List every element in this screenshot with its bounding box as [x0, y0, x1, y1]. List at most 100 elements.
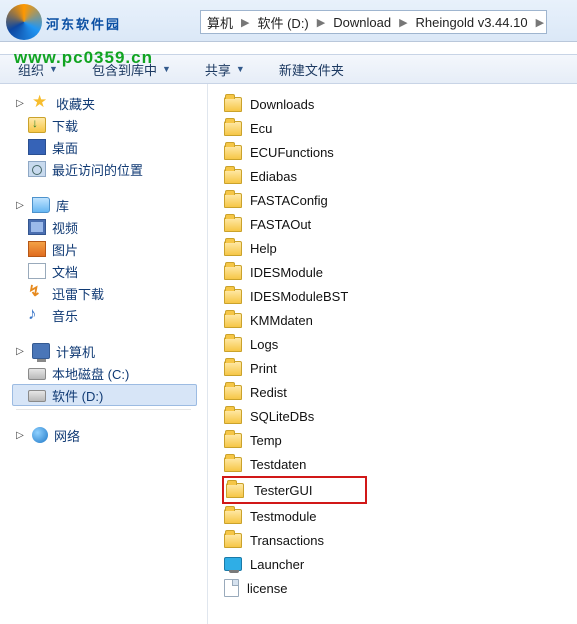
chevron-right-icon[interactable]: ▶ [311, 16, 331, 29]
file-name: IDESModule [250, 265, 323, 280]
file-item[interactable]: ECUFunctions [224, 140, 577, 164]
titlebar-area: 河东软件园 算机 ▶ 软件 (D:) ▶ Download ▶ Rheingol… [0, 0, 577, 42]
sidebar-item-drive-d[interactable]: 软件 (D:) [12, 384, 197, 406]
file-name: Ecu [250, 121, 272, 136]
pictures-icon [28, 241, 46, 257]
folder-icon [224, 121, 242, 136]
sidebar-item-video[interactable]: 视频 [12, 216, 207, 238]
file-name: license [247, 581, 287, 596]
new-folder-button[interactable]: 新建文件夹 [279, 60, 344, 79]
file-item[interactable]: Ecu [224, 116, 577, 140]
file-name: Downloads [250, 97, 314, 112]
organize-button[interactable]: 组织▼ [18, 60, 58, 79]
sidebar-item-pictures[interactable]: 图片 [12, 238, 207, 260]
file-item[interactable]: Ediabas [224, 164, 577, 188]
folder-icon [224, 337, 242, 352]
file-item[interactable]: SQLiteDBs [224, 404, 577, 428]
folder-icon [224, 289, 242, 304]
sidebar-favorites[interactable]: ▷ ★ 收藏夹 [12, 92, 207, 114]
music-icon: ♪ [28, 307, 46, 323]
file-name: SQLiteDBs [250, 409, 314, 424]
file-item[interactable]: Redist [224, 380, 577, 404]
file-item[interactable]: Temp [224, 428, 577, 452]
chevron-down-icon: ▼ [236, 64, 245, 74]
star-icon: ★ [32, 95, 50, 111]
separator [16, 409, 191, 410]
file-item[interactable]: Downloads [224, 92, 577, 116]
file-item[interactable]: FASTAConfig [224, 188, 577, 212]
sidebar-item-label: 最近访问的位置 [52, 160, 143, 179]
file-item[interactable]: Testdaten [224, 452, 577, 476]
include-in-library-button[interactable]: 包含到库中 ▼ [92, 60, 171, 79]
sidebar-item-label: 文档 [52, 262, 78, 281]
file-item[interactable]: Testmodule [224, 504, 577, 528]
file-item[interactable]: Print [224, 356, 577, 380]
breadcrumb[interactable]: 算机 ▶ 软件 (D:) ▶ Download ▶ Rheingold v3.4… [200, 10, 547, 34]
sidebar-item-label: 下载 [52, 116, 78, 135]
file-item[interactable]: Help [224, 236, 577, 260]
file-item[interactable]: FASTAOut [224, 212, 577, 236]
sidebar-item-label: 软件 (D:) [52, 386, 103, 405]
file-name: IDESModuleBST [250, 289, 348, 304]
folder-icon [224, 97, 242, 112]
library-icon [32, 197, 50, 213]
breadcrumb-item[interactable]: 软件 (D:) [255, 13, 310, 32]
sidebar-item-label: 迅雷下载 [52, 284, 104, 303]
folder-icon [224, 193, 242, 208]
sidebar-item-documents[interactable]: 文档 [12, 260, 207, 282]
sidebar-item-thunder[interactable]: ↯迅雷下载 [12, 282, 207, 304]
file-name: Transactions [250, 533, 324, 548]
sidebar-network[interactable]: ▷ 网络 [12, 424, 207, 446]
sidebar-item-desktop[interactable]: 桌面 [12, 136, 207, 158]
video-icon [28, 219, 46, 235]
recent-icon [28, 161, 46, 177]
sidebar-item-label: 图片 [52, 240, 78, 259]
file-name: ECUFunctions [250, 145, 334, 160]
sidebar-computer[interactable]: ▷ 计算机 [12, 340, 207, 362]
sidebar-item-downloads[interactable]: 下载 [12, 114, 207, 136]
sidebar-computer-label: 计算机 [56, 342, 95, 361]
sidebar-network-label: 网络 [54, 426, 80, 445]
share-button[interactable]: 共享 ▼ [205, 60, 245, 79]
chevron-down-icon: ▼ [162, 64, 171, 74]
file-item[interactable]: Logs [224, 332, 577, 356]
breadcrumb-root-fragment[interactable]: 算机 [205, 13, 235, 32]
breadcrumb-item[interactable]: Rheingold v3.44.10 [414, 15, 530, 30]
launcher-icon [224, 557, 242, 571]
sidebar-item-label: 桌面 [52, 138, 78, 157]
file-item[interactable]: IDESModule [224, 260, 577, 284]
drive-d-icon [28, 390, 46, 402]
file-item[interactable]: KMMdaten [224, 308, 577, 332]
file-icon [224, 579, 239, 597]
sidebar-item-drive-c[interactable]: 本地磁盘 (C:) [12, 362, 207, 384]
file-name: Testmodule [250, 509, 316, 524]
file-item[interactable]: license [224, 576, 577, 600]
share-label: 共享 [205, 60, 231, 79]
chevron-right-icon[interactable]: ▶ [393, 16, 413, 29]
folder-icon [226, 483, 244, 498]
file-item[interactable]: Launcher [224, 552, 577, 576]
sidebar-libraries[interactable]: ▷ 库 [12, 194, 207, 216]
collapse-icon: ▷ [14, 346, 26, 357]
file-name: TesterGUI [254, 483, 313, 498]
sidebar-item-music[interactable]: ♪音乐 [12, 304, 207, 326]
watermark-logo-text: 河东软件园 [6, 4, 121, 40]
include-label: 包含到库中 [92, 60, 157, 79]
documents-icon [28, 263, 46, 279]
chevron-right-icon[interactable]: ▶ [530, 16, 550, 29]
chevron-right-icon[interactable]: ▶ [235, 16, 255, 29]
sidebar-item-recent[interactable]: 最近访问的位置 [12, 158, 207, 180]
computer-icon [32, 343, 50, 359]
folder-icon [224, 169, 242, 184]
file-item[interactable]: TesterGUI [222, 476, 367, 504]
file-item[interactable]: Transactions [224, 528, 577, 552]
collapse-icon: ▷ [14, 430, 26, 441]
chevron-down-icon: ▼ [49, 64, 58, 74]
folder-icon [224, 313, 242, 328]
toolbar: 组织▼ 包含到库中 ▼ 共享 ▼ 新建文件夹 [0, 54, 577, 84]
breadcrumb-item[interactable]: Download [331, 15, 393, 30]
file-item[interactable]: IDESModuleBST [224, 284, 577, 308]
file-name: KMMdaten [250, 313, 313, 328]
folder-icon [224, 385, 242, 400]
folder-icon [224, 433, 242, 448]
